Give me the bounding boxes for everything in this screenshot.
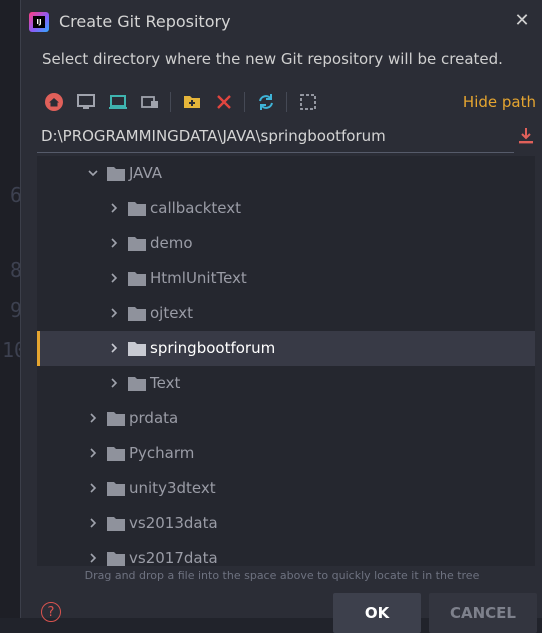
download-icon[interactable] <box>517 126 535 146</box>
tree-row[interactable]: prdata <box>37 401 535 436</box>
tree-row-label: vs2017data <box>129 549 218 566</box>
tree-row-label: HtmlUnitText <box>150 269 247 287</box>
chevron-right-icon[interactable] <box>108 307 120 319</box>
tree-row-label: Pycharm <box>129 444 195 462</box>
folder-icon <box>107 447 125 461</box>
refresh-icon[interactable] <box>256 92 276 112</box>
close-icon[interactable]: ✕ <box>511 10 533 32</box>
folder-icon <box>107 552 125 566</box>
folder-icon <box>128 202 146 216</box>
folder-icon <box>128 272 146 286</box>
chevron-down-icon[interactable] <box>87 167 99 179</box>
tree-row[interactable]: ojtext <box>37 296 535 331</box>
home-icon[interactable] <box>44 92 64 112</box>
chevron-right-icon[interactable] <box>87 412 99 424</box>
folder-icon <box>107 412 125 426</box>
toolbar-separator <box>170 92 171 112</box>
drag-drop-hint: Drag and drop a file into the space abov… <box>84 569 480 582</box>
tree-row-label: springbootforum <box>150 339 276 357</box>
tree-row[interactable]: callbacktext <box>37 191 535 226</box>
dialog-titlebar: IJ Create Git Repository ✕ <box>21 0 542 44</box>
tree-row[interactable]: unity3dtext <box>37 471 535 506</box>
tree-row[interactable]: HtmlUnitText <box>37 261 535 296</box>
desktop-icon[interactable] <box>76 92 96 112</box>
dialog-description: Select directory where the new Git repos… <box>42 50 503 68</box>
new-folder-icon[interactable] <box>182 92 202 112</box>
show-hidden-icon[interactable] <box>298 92 318 112</box>
chevron-right-icon[interactable] <box>108 202 120 214</box>
toolbar-separator <box>286 92 287 112</box>
folder-icon <box>107 167 125 181</box>
chevron-right-icon[interactable] <box>108 237 120 249</box>
chevron-right-icon[interactable] <box>87 552 99 564</box>
project-icon[interactable] <box>108 92 128 112</box>
ok-button[interactable]: OK <box>333 593 421 633</box>
tree-row-selected[interactable]: springbootforum <box>37 331 535 366</box>
cancel-button[interactable]: CANCEL <box>429 593 537 633</box>
folder-icon <box>128 237 146 251</box>
folder-icon <box>128 307 146 321</box>
tree-row[interactable]: vs2017data <box>37 541 535 566</box>
chevron-right-icon[interactable] <box>108 377 120 389</box>
tree-row-label: vs2013data <box>129 514 218 532</box>
chevron-right-icon[interactable] <box>87 482 99 494</box>
hide-path-link[interactable]: Hide path <box>463 93 536 111</box>
tree-row[interactable]: Text <box>37 366 535 401</box>
create-git-repository-dialog: IJ Create Git Repository ✕ Select direct… <box>20 0 542 633</box>
tree-row-label: demo <box>150 234 193 252</box>
folder-icon <box>107 482 125 496</box>
tree-row[interactable]: demo <box>37 226 535 261</box>
tree-row[interactable]: Pycharm <box>37 436 535 471</box>
tree-row-label: Text <box>150 374 181 392</box>
chevron-right-icon[interactable] <box>108 272 120 284</box>
path-field <box>37 124 514 153</box>
tree-row[interactable]: vs2013data <box>37 506 535 541</box>
tree-row-java[interactable]: JAVA <box>37 156 535 191</box>
dialog-title: Create Git Repository <box>59 12 231 31</box>
file-chooser-toolbar: Hide path <box>42 88 542 116</box>
folder-icon <box>128 377 146 391</box>
path-input[interactable] <box>41 127 501 145</box>
folder-icon <box>107 517 125 531</box>
tree-row-label: prdata <box>129 409 179 427</box>
toolbar-separator <box>244 92 245 112</box>
intellij-logo-icon: IJ <box>29 12 49 32</box>
chevron-right-icon[interactable] <box>87 447 99 459</box>
tree-row-label: callbacktext <box>150 199 242 217</box>
tree-row-label: ojtext <box>150 304 193 322</box>
chevron-right-icon[interactable] <box>108 342 120 354</box>
folder-icon <box>128 342 146 356</box>
tree-row-label: JAVA <box>129 164 163 182</box>
help-icon[interactable]: ? <box>41 602 61 622</box>
tree-row-label: unity3dtext <box>129 479 216 497</box>
chevron-right-icon[interactable] <box>87 517 99 529</box>
selection-indicator <box>37 331 40 366</box>
delete-icon[interactable] <box>214 92 234 112</box>
directory-tree[interactable]: JAVA callbacktext demo HtmlUnitText ojte… <box>37 156 535 566</box>
module-icon[interactable] <box>140 92 160 112</box>
